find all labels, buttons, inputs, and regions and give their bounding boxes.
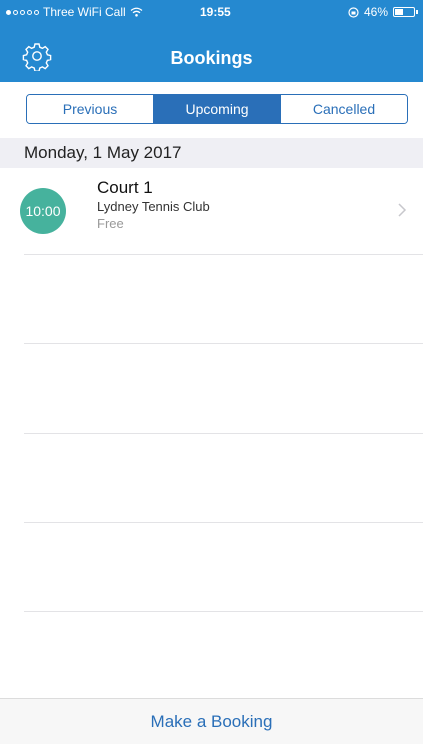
page-title: Bookings	[170, 48, 253, 68]
battery-icon	[393, 7, 418, 17]
row-separator	[24, 254, 423, 255]
booking-club: Lydney Tennis Club	[97, 199, 210, 214]
signal-strength-icon	[6, 9, 39, 15]
bottom-bar: Make a Booking	[0, 698, 423, 744]
date-section-header: Monday, 1 May 2017	[0, 138, 423, 168]
status-bar: Three WiFi Call 19:55 46%	[0, 0, 423, 24]
row-separator	[24, 611, 423, 612]
booking-date: Monday, 1 May 2017	[24, 143, 182, 162]
status-left: Three WiFi Call	[6, 5, 143, 19]
make-booking-button[interactable]: Make a Booking	[151, 712, 273, 732]
booking-row[interactable]: 10:00 Court 1 Lydney Tennis Club Free	[0, 168, 423, 254]
bookings-screen: Three WiFi Call 19:55 46% Bookings Previ…	[0, 0, 423, 744]
wifi-icon	[130, 7, 143, 17]
status-time: 19:55	[200, 5, 231, 19]
row-separator	[24, 522, 423, 523]
booking-details: Court 1 Lydney Tennis Club Free	[97, 178, 210, 232]
booking-court: Court 1	[97, 178, 153, 197]
battery-percent: 46%	[363, 5, 388, 19]
booking-time-badge: 10:00	[20, 188, 66, 234]
tab-upcoming[interactable]: Upcoming	[153, 95, 280, 123]
nav-header: Three WiFi Call 19:55 46% Bookings	[0, 0, 423, 82]
tab-cancelled[interactable]: Cancelled	[280, 95, 407, 123]
row-separator	[24, 343, 423, 344]
row-separator	[24, 433, 423, 434]
bookings-tabs: Previous Upcoming Cancelled	[26, 94, 408, 124]
booking-price: Free	[97, 216, 124, 231]
carrier-label: Three WiFi Call	[43, 5, 126, 19]
booking-time: 10:00	[25, 203, 61, 219]
status-right: 46%	[348, 5, 418, 19]
rotation-lock-icon	[348, 6, 359, 18]
tab-previous[interactable]: Previous	[27, 95, 153, 123]
chevron-right-icon	[398, 203, 407, 217]
